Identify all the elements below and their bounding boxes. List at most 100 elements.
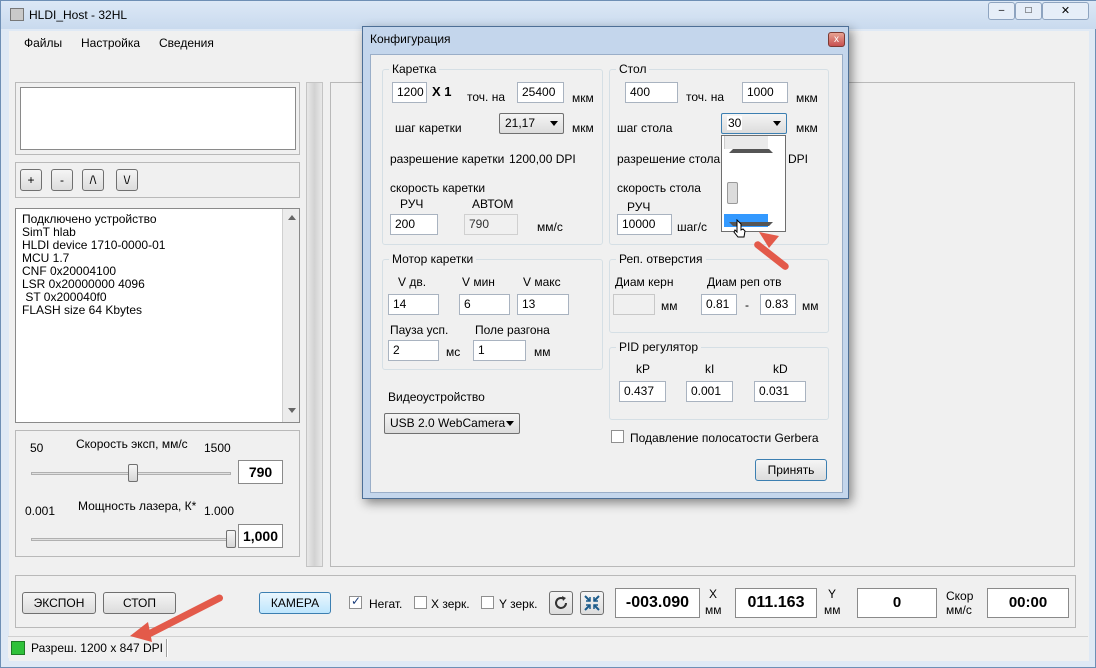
laser-value: 1,000 xyxy=(238,524,283,548)
gerber-label: Подавление полосатости Gerbera xyxy=(630,431,819,445)
refresh-button[interactable] xyxy=(549,591,573,615)
window-close-button[interactable]: ✕ xyxy=(1042,2,1089,20)
exposure-max: 1500 xyxy=(204,441,231,455)
x-unit-label: мм xyxy=(705,603,722,617)
apply-button[interactable]: Принять xyxy=(755,459,827,481)
x-axis-label: X xyxy=(709,587,718,601)
motor-v-input[interactable]: 14 xyxy=(388,294,439,315)
ki-label: kI xyxy=(705,362,715,376)
carriage-resolution-value: 1200,00 DPI xyxy=(509,152,576,166)
table-step-dropdown-list[interactable] xyxy=(721,135,786,232)
chevron-down-icon xyxy=(506,421,514,426)
shrink-icon xyxy=(584,595,600,611)
y-unit-label: мм xyxy=(824,603,841,617)
mouse-cursor-icon xyxy=(733,219,746,238)
device-log[interactable]: Подключено устройство SimT hlab HLDI dev… xyxy=(15,208,300,423)
core-diameter-unit: мм xyxy=(661,299,678,313)
motor-pause-label: Пауза усп. xyxy=(390,323,449,337)
status-led-icon xyxy=(11,641,25,655)
motor-pause-input[interactable]: 2 xyxy=(388,340,439,361)
camera-button[interactable]: КАМЕРА xyxy=(259,592,331,614)
table-group-label: Стол xyxy=(616,62,650,76)
video-device-select[interactable]: USB 2.0 WebCamera xyxy=(384,413,520,434)
table-unit-label: мкм xyxy=(796,91,818,105)
y-axis-label: Y xyxy=(828,587,837,601)
zoom-out-button[interactable]: - xyxy=(51,169,73,191)
laser-label: Мощность лазера, К* xyxy=(78,499,197,513)
vertical-splitter[interactable] xyxy=(306,82,323,567)
table-manual-speed-input[interactable]: 10000 xyxy=(617,214,672,235)
sliders-panel: Скорость эксп, мм/с 50 1500 790 Мощность… xyxy=(15,430,300,557)
step-option[interactable] xyxy=(724,162,768,175)
kd-label: kD xyxy=(773,362,788,376)
menu-files[interactable]: Файлы xyxy=(24,36,62,50)
carriage-microns-input[interactable]: 25400 xyxy=(517,82,564,103)
motor-accel-input[interactable]: 1 xyxy=(473,340,526,361)
rep-diameter-max-input[interactable]: 0.83 xyxy=(760,294,796,315)
stop-button[interactable]: СТОП xyxy=(103,592,176,614)
carriage-dots-input[interactable]: 1200 xyxy=(392,82,427,103)
kp-input[interactable]: 0.437 xyxy=(619,381,666,402)
log-scrollbar[interactable] xyxy=(282,209,299,422)
rep-diameter-min-input[interactable]: 0.81 xyxy=(701,294,737,315)
menu-settings[interactable]: Настройка xyxy=(81,36,140,50)
gerber-checkbox[interactable] xyxy=(611,430,624,443)
zoom-in-button[interactable]: + xyxy=(20,169,42,191)
fit-button[interactable] xyxy=(580,591,604,615)
carriage-speed-unit: мм/с xyxy=(537,220,563,234)
carriage-resolution-label: разрешение каретки xyxy=(390,152,505,166)
table-microns-input[interactable]: 1000 xyxy=(742,82,788,103)
dropdown-scrollbar[interactable] xyxy=(724,136,773,226)
chevron-down-icon xyxy=(773,121,781,126)
speed-value: 0 xyxy=(857,588,937,618)
rep-diameter-dash: - xyxy=(745,298,749,312)
table-step-value: 30 xyxy=(727,116,743,130)
dropdown-scroll-thumb[interactable] xyxy=(727,182,738,204)
preview-box xyxy=(20,87,296,150)
motor-pause-unit: мс xyxy=(446,345,461,359)
negative-label: Негат. xyxy=(369,597,403,611)
zoom-panel: + - /\ \/ xyxy=(15,162,300,198)
exposure-min: 50 xyxy=(30,441,44,455)
move-down-button[interactable]: \/ xyxy=(116,169,138,191)
motor-vmax-input[interactable]: 13 xyxy=(517,294,569,315)
status-bar: Разреш. 1200 x 847 DPI xyxy=(8,636,1088,658)
kd-input[interactable]: 0.031 xyxy=(754,381,806,402)
laser-slider-thumb[interactable] xyxy=(226,530,236,548)
preview-panel xyxy=(15,82,300,155)
carriage-step-label: шаг каретки xyxy=(395,121,462,135)
annotation-arrowhead xyxy=(759,232,779,248)
table-step-select[interactable]: 30 xyxy=(721,113,787,134)
carriage-unit-label: мкм xyxy=(572,91,594,105)
y-mirror-checkbox[interactable] xyxy=(481,596,494,609)
carriage-step-unit: мкм xyxy=(572,121,594,135)
expose-button[interactable]: ЭКСПОН xyxy=(22,592,96,614)
exposure-slider-thumb[interactable] xyxy=(128,464,138,482)
x-position: -003.090 xyxy=(615,588,700,618)
maximize-button[interactable]: □ xyxy=(1015,2,1042,20)
annotation-arrowhead xyxy=(130,622,152,642)
table-speed-label: скорость стола xyxy=(617,181,701,195)
scroll-down-icon xyxy=(288,408,296,413)
window-title: HLDI_Host - 32HL xyxy=(29,8,128,22)
move-up-button[interactable]: /\ xyxy=(82,169,104,191)
minimize-button[interactable]: – xyxy=(988,2,1015,20)
table-step-unit: мкм xyxy=(796,121,818,135)
table-dots-per-label: точ. на xyxy=(686,90,724,104)
title-bar: HLDI_Host - 32HL – □ ✕ xyxy=(1,1,1096,29)
carriage-auto-label: АВТОМ xyxy=(472,197,514,211)
chevron-down-icon xyxy=(550,121,558,126)
dialog-close-button[interactable]: x xyxy=(828,32,845,47)
carriage-manual-speed-input[interactable]: 200 xyxy=(390,214,438,235)
motor-vmin-input[interactable]: 6 xyxy=(459,294,510,315)
table-dots-input[interactable]: 400 xyxy=(625,82,678,103)
negative-checkbox[interactable] xyxy=(349,594,362,609)
video-device-value: USB 2.0 WebCamera xyxy=(390,416,506,430)
x-mirror-checkbox[interactable] xyxy=(414,596,427,609)
core-diameter-label: Диам керн xyxy=(615,275,674,289)
menu-info[interactable]: Сведения xyxy=(159,36,214,50)
table-manual-label: РУЧ xyxy=(627,200,651,214)
ki-input[interactable]: 0.001 xyxy=(686,381,733,402)
core-diameter-input xyxy=(613,294,655,315)
carriage-step-select[interactable]: 21,17 xyxy=(499,113,564,134)
